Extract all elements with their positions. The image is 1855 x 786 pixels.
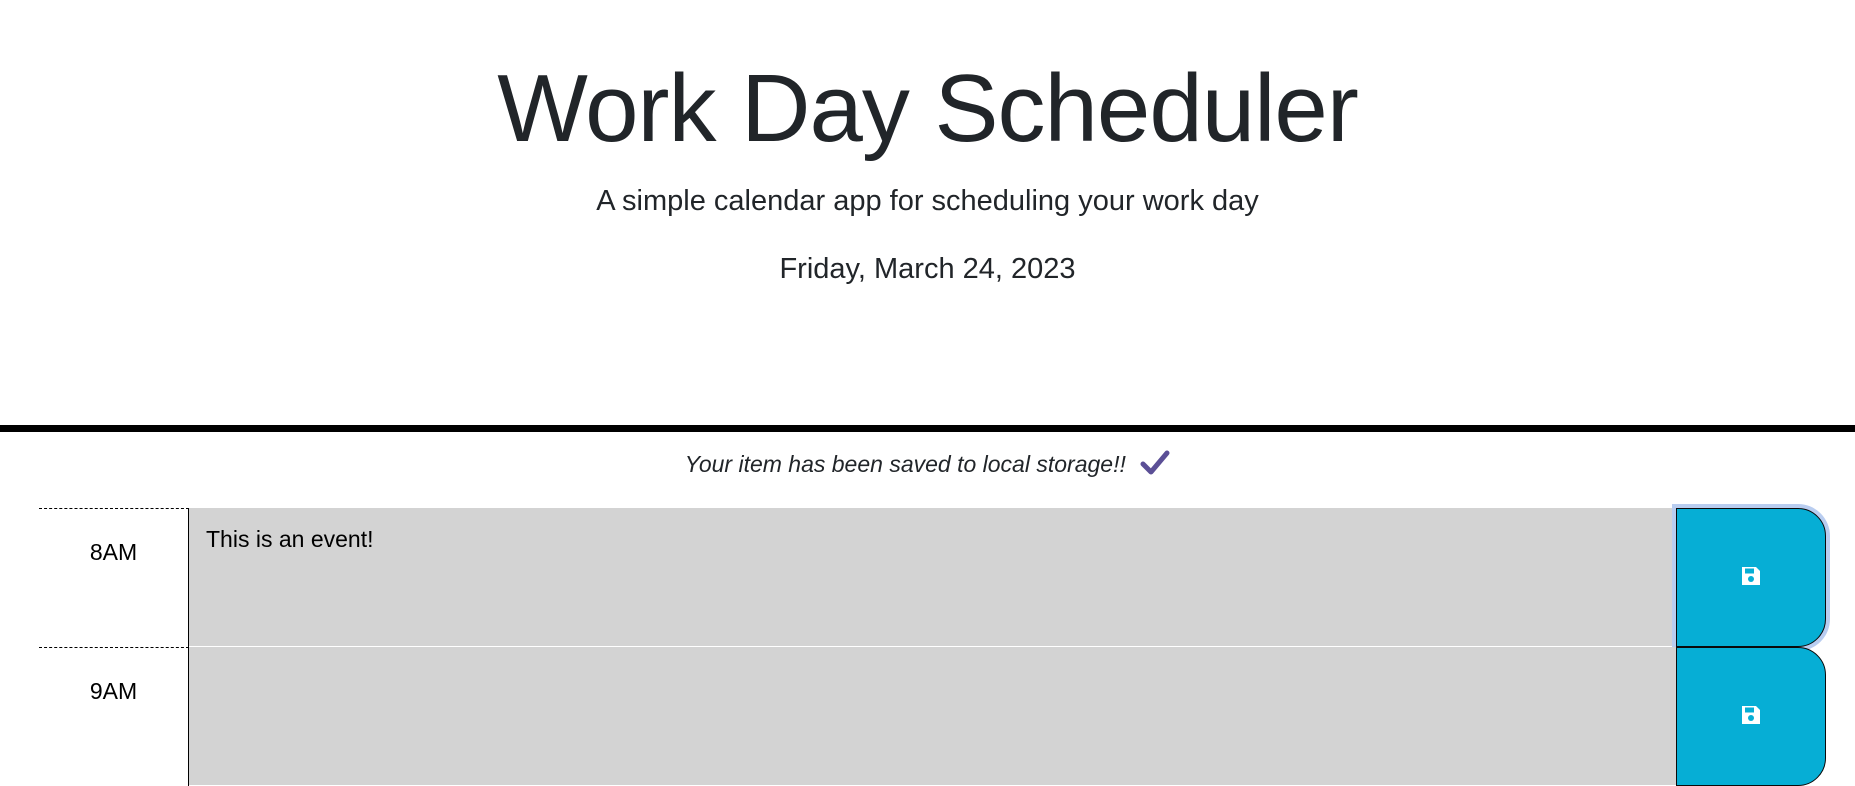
save-button[interactable] bbox=[1676, 647, 1826, 786]
save-notification: Your item has been saved to local storag… bbox=[0, 448, 1855, 481]
event-description-input[interactable]: This is an event! bbox=[189, 508, 1676, 647]
event-description-input[interactable] bbox=[189, 647, 1676, 786]
time-block-9am: 9AM bbox=[39, 647, 1831, 786]
schedule-container: 8AM This is an event! 9AM bbox=[39, 508, 1831, 786]
hour-label: 9AM bbox=[39, 647, 189, 786]
save-notification-text: Your item has been saved to local storag… bbox=[684, 451, 1126, 477]
save-button[interactable] bbox=[1676, 508, 1826, 647]
time-block-8am: 8AM This is an event! bbox=[39, 508, 1831, 647]
floppy-disk-icon bbox=[1740, 565, 1762, 590]
header: Work Day Scheduler A simple calendar app… bbox=[0, 0, 1855, 432]
checkmark-icon bbox=[1140, 448, 1170, 478]
hour-label: 8AM bbox=[39, 508, 189, 647]
page-title: Work Day Scheduler bbox=[497, 55, 1359, 162]
floppy-disk-icon bbox=[1740, 704, 1762, 729]
page-subtitle: A simple calendar app for scheduling you… bbox=[596, 185, 1259, 217]
current-day: Friday, March 24, 2023 bbox=[779, 253, 1076, 285]
